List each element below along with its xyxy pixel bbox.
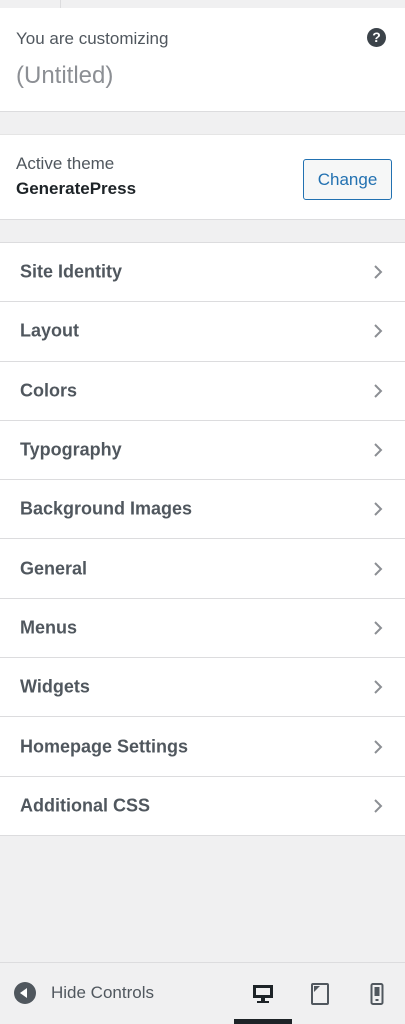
- collapse-icon: [14, 982, 36, 1004]
- section-label: Additional CSS: [20, 795, 150, 816]
- chevron-right-icon: [374, 502, 383, 517]
- customize-info-panel: You are customizing (Untitled) ?: [0, 8, 405, 112]
- tablet-icon: [311, 983, 329, 1005]
- section-label: Homepage Settings: [20, 736, 189, 757]
- section-label: Background Images: [20, 498, 193, 519]
- section-homepage-settings[interactable]: Homepage Settings: [0, 717, 405, 777]
- preview-tablet-button[interactable]: [302, 977, 338, 1011]
- top-strip: [0, 0, 405, 8]
- chevron-right-icon: [374, 739, 383, 754]
- section-additional-css[interactable]: Additional CSS: [0, 777, 405, 836]
- chevron-right-icon: [374, 680, 383, 694]
- customizing-label: You are customizing: [16, 29, 169, 48]
- section-typography[interactable]: Typography: [0, 421, 405, 481]
- site-title: (Untitled): [16, 62, 114, 89]
- section-label: General: [20, 558, 88, 579]
- chevron-right-icon: [374, 799, 383, 813]
- active-theme-label: Active theme: [16, 154, 115, 173]
- chevron-right-icon: [374, 561, 383, 576]
- tab-edge: [60, 0, 61, 8]
- section-label: Colors: [20, 380, 78, 401]
- section-label: Widgets: [20, 676, 90, 697]
- section-layout[interactable]: Layout: [0, 302, 405, 362]
- mobile-icon: [370, 983, 384, 1005]
- section-general[interactable]: General: [0, 539, 405, 599]
- section-label: Typography: [20, 439, 122, 460]
- help-icon[interactable]: ?: [367, 28, 386, 47]
- chevron-right-icon: [374, 324, 383, 339]
- section-widgets[interactable]: Widgets: [0, 658, 405, 718]
- section-label: Site Identity: [20, 261, 123, 282]
- customizer-footer: Hide Controls: [0, 962, 405, 1024]
- preview-desktop-button[interactable]: [245, 977, 281, 1011]
- hide-controls-label: Hide Controls: [51, 983, 154, 1002]
- customizer-sections: Site Identity Layout Colors Typography B…: [0, 242, 405, 836]
- chevron-right-icon: [374, 621, 383, 635]
- chevron-right-icon: [374, 443, 383, 457]
- section-site-identity[interactable]: Site Identity: [0, 243, 405, 303]
- hide-controls-button[interactable]: Hide Controls: [14, 980, 154, 1006]
- chevron-right-icon: [374, 265, 383, 279]
- chevron-right-icon: [374, 384, 383, 398]
- active-device-indicator: [234, 1019, 292, 1024]
- section-label: Layout: [20, 320, 80, 341]
- section-colors[interactable]: Colors: [0, 362, 405, 421]
- active-theme-panel: Active theme GeneratePress Change: [0, 134, 405, 220]
- desktop-icon: [253, 985, 273, 1003]
- section-label: Menus: [20, 617, 78, 638]
- change-theme-button[interactable]: Change: [303, 159, 392, 200]
- preview-mobile-button[interactable]: [359, 977, 395, 1011]
- section-menus[interactable]: Menus: [0, 599, 405, 659]
- section-background-images[interactable]: Background Images: [0, 480, 405, 540]
- active-theme-name: GeneratePress: [16, 179, 137, 198]
